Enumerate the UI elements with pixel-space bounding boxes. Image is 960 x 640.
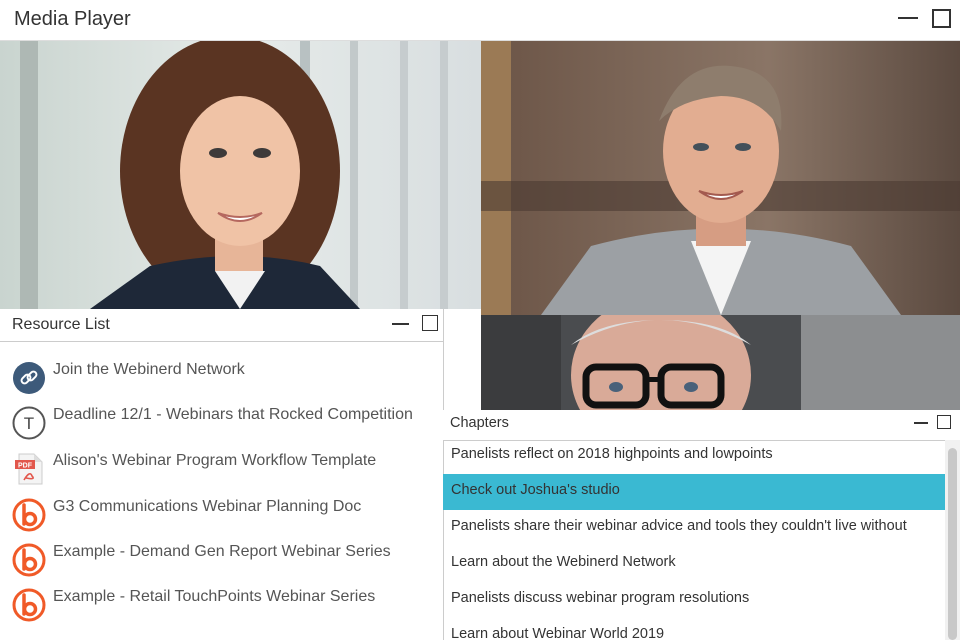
svg-text:PDF: PDF <box>18 463 33 470</box>
chapter-item-label: Panelists discuss webinar program resolu… <box>451 590 750 606</box>
chapter-item[interactable]: Learn about the Webinerd Network <box>443 546 945 582</box>
chapter-item[interactable]: Panelists share their webinar advice and… <box>443 510 945 546</box>
link-icon <box>13 362 45 394</box>
chapter-item[interactable]: Panelists discuss webinar program resolu… <box>443 582 945 618</box>
resource-list-title: Resource List <box>12 316 110 333</box>
chapter-item-label: Check out Joshua's studio <box>451 482 620 498</box>
chapter-item-label: Panelists reflect on 2018 highpoints and… <box>451 446 773 462</box>
resource-item-label: Example - Demand Gen Report Webinar Seri… <box>53 543 391 560</box>
resource-item-label: Deadline 12/1 - Webinars that Rocked Com… <box>53 406 413 423</box>
resource-item-label: Join the Webinerd Network <box>53 361 245 378</box>
brand-b-icon <box>12 543 46 577</box>
resource-item[interactable]: Example - Demand Gen Report Webinar Seri… <box>0 538 443 584</box>
maximize-icon[interactable] <box>932 9 951 28</box>
media-player-title: Media Player <box>14 8 131 30</box>
resource-item-label: Example - Retail TouchPoints Webinar Ser… <box>53 588 376 605</box>
chapters-scrollbar-thumb[interactable] <box>948 448 957 640</box>
media-player-titlebar: Media Player <box>0 0 960 41</box>
brand-b-icon <box>12 588 46 622</box>
minimize-icon[interactable] <box>898 17 918 19</box>
maximize-icon[interactable] <box>937 415 951 429</box>
video-tile-presenter-1[interactable] <box>0 41 481 309</box>
text-icon: T <box>12 406 46 440</box>
resource-item[interactable]: Join the Webinerd Network <box>0 356 443 402</box>
chapter-item-label: Learn about Webinar World 2019 <box>451 626 665 640</box>
presenter-video-image <box>0 41 481 309</box>
resource-list-header: Resource List <box>0 309 443 342</box>
resource-item[interactable]: G3 Communications Webinar Planning Doc <box>0 493 443 539</box>
minimize-icon[interactable] <box>914 422 928 424</box>
maximize-icon[interactable] <box>422 315 438 331</box>
chapter-item-label: Panelists share their webinar advice and… <box>451 518 907 534</box>
presenter-video-image <box>481 41 960 315</box>
minimize-icon[interactable] <box>392 323 409 325</box>
chapters-title: Chapters <box>450 415 509 431</box>
chapter-item-active[interactable]: Check out Joshua's studio <box>443 474 945 510</box>
pdf-icon: PDF <box>15 453 43 485</box>
resource-item[interactable]: PDF Alison's Webinar Program Workflow Te… <box>0 447 443 493</box>
video-tile-presenter-2[interactable] <box>481 41 960 315</box>
chapter-item-label: Learn about the Webinerd Network <box>451 554 676 570</box>
resource-list-panel: Resource List Join the Webinerd Network … <box>0 309 444 640</box>
chapters-header: Chapters <box>443 410 960 441</box>
resource-item[interactable]: T Deadline 12/1 - Webinars that Rocked C… <box>0 401 443 447</box>
chapter-item[interactable]: Panelists reflect on 2018 highpoints and… <box>443 438 945 474</box>
svg-text:T: T <box>24 414 34 433</box>
resource-item[interactable]: Example - Retail TouchPoints Webinar Ser… <box>0 583 443 629</box>
chapter-item[interactable]: Learn about Webinar World 2019 <box>443 618 945 640</box>
resource-item-label: Alison's Webinar Program Workflow Templa… <box>53 452 377 469</box>
brand-b-icon <box>12 498 46 532</box>
resource-item-label: G3 Communications Webinar Planning Doc <box>53 498 362 515</box>
presenter-video-image <box>481 315 960 410</box>
video-tile-presenter-3[interactable] <box>481 315 960 410</box>
